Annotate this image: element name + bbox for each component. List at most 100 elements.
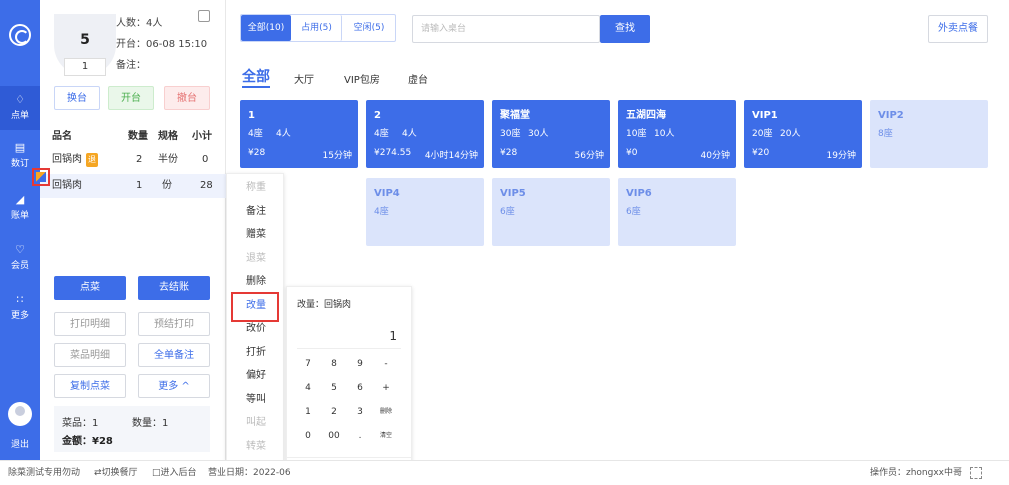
- table-card[interactable]: 聚福堂 30座 30人 ¥28 56分钟: [492, 100, 610, 168]
- dish-name: 回锅肉: [52, 154, 82, 165]
- filter-all[interactable]: 全部(10): [241, 15, 291, 41]
- table-card[interactable]: VIP1 20座 20人 ¥20 19分钟: [744, 100, 862, 168]
- table-name: VIP4: [374, 188, 400, 199]
- table-number: 5: [80, 32, 90, 48]
- keypad-key[interactable]: 0: [297, 427, 319, 445]
- keypad-key[interactable]: 清空: [375, 427, 397, 445]
- menu-item: 转菜: [246, 440, 266, 452]
- qty-value[interactable]: 1: [297, 323, 401, 349]
- tab-virtual[interactable]: 虚台: [408, 71, 428, 86]
- keypad-key[interactable]: 1: [297, 403, 319, 421]
- dish-spec: 半份: [158, 154, 178, 165]
- menu-item[interactable]: 赠菜: [227, 223, 285, 247]
- table-people: 4人: [402, 129, 417, 139]
- guest-count-input[interactable]: 1: [64, 58, 106, 76]
- nav-item-bills[interactable]: ◢ 账单: [0, 186, 40, 230]
- order-dish-button[interactable]: 点菜: [54, 276, 126, 300]
- tab-vip[interactable]: VIP包房: [344, 71, 380, 86]
- nav-label: 更多: [10, 311, 29, 321]
- table-card[interactable]: 1 4座 4人 ¥28 15分钟: [240, 100, 358, 168]
- print-detail-button[interactable]: 打印明细: [54, 312, 126, 336]
- fullscreen-icon[interactable]: [970, 467, 982, 479]
- table-amount: ¥20: [752, 148, 770, 158]
- nav-item-more[interactable]: ∷ 更多: [0, 286, 40, 330]
- summary-amount: 金额：¥28: [62, 436, 113, 447]
- table-seats: 4座: [374, 207, 389, 217]
- language-switch[interactable]: 中哥: [944, 461, 962, 485]
- return-badge: 退: [86, 153, 98, 167]
- table-card[interactable]: 五湖四海 10座 10人 ¥0 40分钟: [618, 100, 736, 168]
- table-row[interactable]: 回锅肉 退 2 半份 0: [40, 148, 226, 172]
- tab-indicator: [242, 86, 270, 88]
- enter-backend-link[interactable]: □进入后台: [152, 461, 197, 485]
- chart-icon: ◢: [15, 193, 25, 206]
- menu-item[interactable]: 备注: [227, 200, 285, 224]
- keypad-key[interactable]: 4: [297, 379, 319, 397]
- table-seats: 30座: [500, 129, 521, 139]
- keypad-key[interactable]: 3: [349, 403, 371, 421]
- nav-label: 会员: [10, 261, 29, 271]
- menu-item[interactable]: 删除: [227, 270, 285, 294]
- keypad-key[interactable]: -: [375, 355, 397, 373]
- nav-item-members[interactable]: ♡ 会员: [0, 236, 40, 280]
- col-spec: 规格: [158, 131, 178, 142]
- cancel-table-button[interactable]: 撤台: [164, 86, 210, 110]
- copy-order-button[interactable]: 复制点菜: [54, 374, 126, 398]
- dish-qty: 1: [136, 180, 143, 191]
- tab-hall[interactable]: 大厅: [294, 71, 314, 86]
- logo-icon: [9, 24, 31, 46]
- table-name: 聚福堂: [500, 110, 530, 121]
- keypad-key[interactable]: 8: [323, 355, 345, 373]
- edit-icon[interactable]: [198, 10, 210, 22]
- keypad-key[interactable]: +: [375, 379, 397, 397]
- change-table-button[interactable]: 换台: [54, 86, 100, 110]
- keypad-key[interactable]: 5: [323, 379, 345, 397]
- list-icon: ▤: [14, 141, 26, 154]
- keypad-key[interactable]: 6: [349, 379, 371, 397]
- table-name: VIP1: [752, 110, 778, 121]
- keypad-key[interactable]: 00: [323, 427, 345, 445]
- filter-free[interactable]: 空闲(5): [344, 15, 394, 41]
- search-button[interactable]: 查找: [600, 15, 650, 43]
- all-remark-button[interactable]: 全单备注: [138, 343, 210, 367]
- nav-item-order[interactable]: ♢ 点单: [0, 86, 40, 130]
- table-amount: ¥0: [626, 148, 638, 158]
- tab-all[interactable]: 全部: [242, 66, 270, 86]
- table-people: 10人: [654, 129, 675, 139]
- avatar[interactable]: [8, 402, 32, 426]
- preprint-button[interactable]: 预结打印: [138, 312, 210, 336]
- table-row-selected[interactable]: 回锅肉 1 份 28: [40, 174, 226, 198]
- table-card[interactable]: VIP4 4座: [366, 178, 484, 246]
- pencil-icon[interactable]: [36, 172, 46, 182]
- switch-restaurant-link[interactable]: ⇄切换餐厅: [94, 461, 138, 485]
- keypad-key[interactable]: 删除: [375, 403, 397, 421]
- takeaway-button[interactable]: 外卖点餐: [928, 15, 988, 43]
- dish-detail-button[interactable]: 菜品明细: [54, 343, 126, 367]
- table-card[interactable]: VIP5 6座: [492, 178, 610, 246]
- keypad-key[interactable]: .: [349, 427, 371, 445]
- table-amount: ¥28: [500, 148, 518, 158]
- keypad-key[interactable]: 2: [323, 403, 345, 421]
- menu-item[interactable]: 等叫: [227, 388, 285, 412]
- table-name: VIP5: [500, 188, 526, 199]
- table-card[interactable]: 2 4座 4人 ¥274.55 4小时14分钟: [366, 100, 484, 168]
- table-name: 五湖四海: [626, 110, 666, 121]
- checkout-button[interactable]: 去结账: [138, 276, 210, 300]
- summary-qty: 数量：1: [132, 418, 169, 429]
- more-button[interactable]: 更多 ^: [138, 374, 210, 398]
- search-input[interactable]: 请输入桌台: [412, 15, 600, 43]
- logout-button[interactable]: 退出: [0, 437, 40, 450]
- keypad-key[interactable]: 7: [297, 355, 319, 373]
- row-action-highlight: [32, 168, 50, 186]
- table-seats: 20座: [752, 129, 773, 139]
- table-amount: ¥28: [248, 148, 266, 158]
- table-card[interactable]: VIP2 8座: [870, 100, 988, 168]
- menu-item: 退菜: [246, 252, 266, 264]
- filter-busy[interactable]: 占用(5): [292, 15, 342, 41]
- menu-item[interactable]: 打折: [227, 341, 285, 365]
- open-table-button[interactable]: 开台: [108, 86, 154, 110]
- nav-label: 点单: [10, 111, 29, 121]
- menu-item[interactable]: 偏好: [227, 364, 285, 388]
- table-card[interactable]: VIP6 6座: [618, 178, 736, 246]
- keypad-key[interactable]: 9: [349, 355, 371, 373]
